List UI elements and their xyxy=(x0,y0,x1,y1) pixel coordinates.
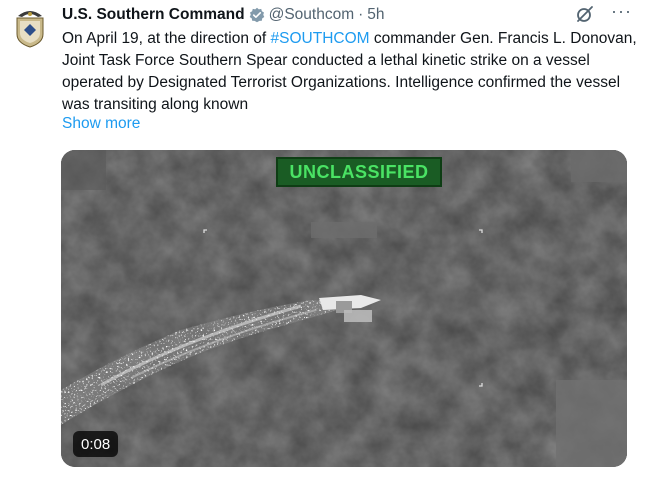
more-options-icon[interactable]: ··· xyxy=(611,2,632,20)
grok-icon[interactable] xyxy=(575,4,595,24)
southcom-seal-icon[interactable] xyxy=(14,8,46,48)
show-more-link[interactable]: Show more xyxy=(62,115,140,133)
tweet-text-part-1: On April 19, at the direction of xyxy=(62,30,271,47)
tweet-text: On April 19, at the direction of #SOUTHC… xyxy=(62,28,642,116)
author-name[interactable]: U.S. Southern Command xyxy=(62,6,245,24)
separator-dot: · xyxy=(358,6,364,23)
tweet-header: U.S. Southern Command @Southcom · 5h ··· xyxy=(62,2,632,26)
video-frame xyxy=(61,150,627,467)
video-player[interactable] xyxy=(61,150,627,467)
hashtag-link[interactable]: #SOUTHCOM xyxy=(271,30,370,47)
header-actions: ··· xyxy=(575,2,632,24)
verified-badge-icon[interactable] xyxy=(249,7,265,23)
post-time[interactable]: 5h xyxy=(367,6,384,24)
author-handle[interactable]: @Southcom xyxy=(269,6,355,24)
video-duration-badge: 0:08 xyxy=(73,431,119,457)
unclassified-label: UNCLASSIFIED xyxy=(276,157,442,187)
